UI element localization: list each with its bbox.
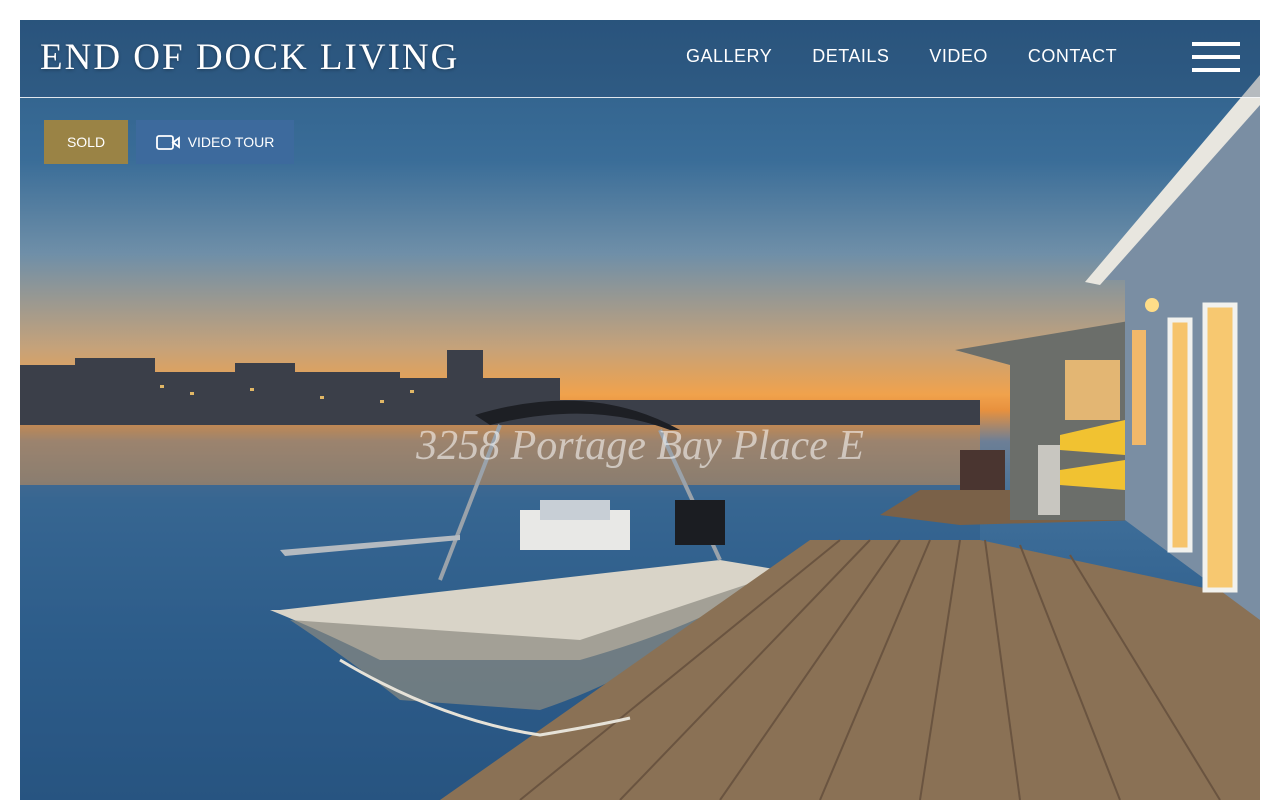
nav-gallery[interactable]: GALLERY	[686, 46, 772, 67]
property-address: 3258 Portage Bay Place E	[416, 423, 864, 469]
video-camera-icon	[155, 134, 180, 150]
sold-badge[interactable]: SOLD	[44, 120, 128, 164]
houseboat	[955, 75, 1260, 620]
video-tour-button[interactable]: VIDEO TOUR	[136, 120, 294, 164]
nav-details[interactable]: DETAILS	[812, 46, 889, 67]
main-nav: GALLERY DETAILS VIDEO CONTACT	[686, 46, 1157, 67]
nav-video[interactable]: VIDEO	[929, 46, 988, 67]
hamburger-menu-icon[interactable]	[1192, 42, 1240, 72]
nav-contact[interactable]: CONTACT	[1028, 46, 1117, 67]
video-tour-label: VIDEO TOUR	[187, 134, 275, 150]
site-logo[interactable]: END OF DOCK LIVING	[40, 36, 459, 79]
site-header: END OF DOCK LIVING GALLERY DETAILS VIDEO…	[20, 20, 1260, 98]
